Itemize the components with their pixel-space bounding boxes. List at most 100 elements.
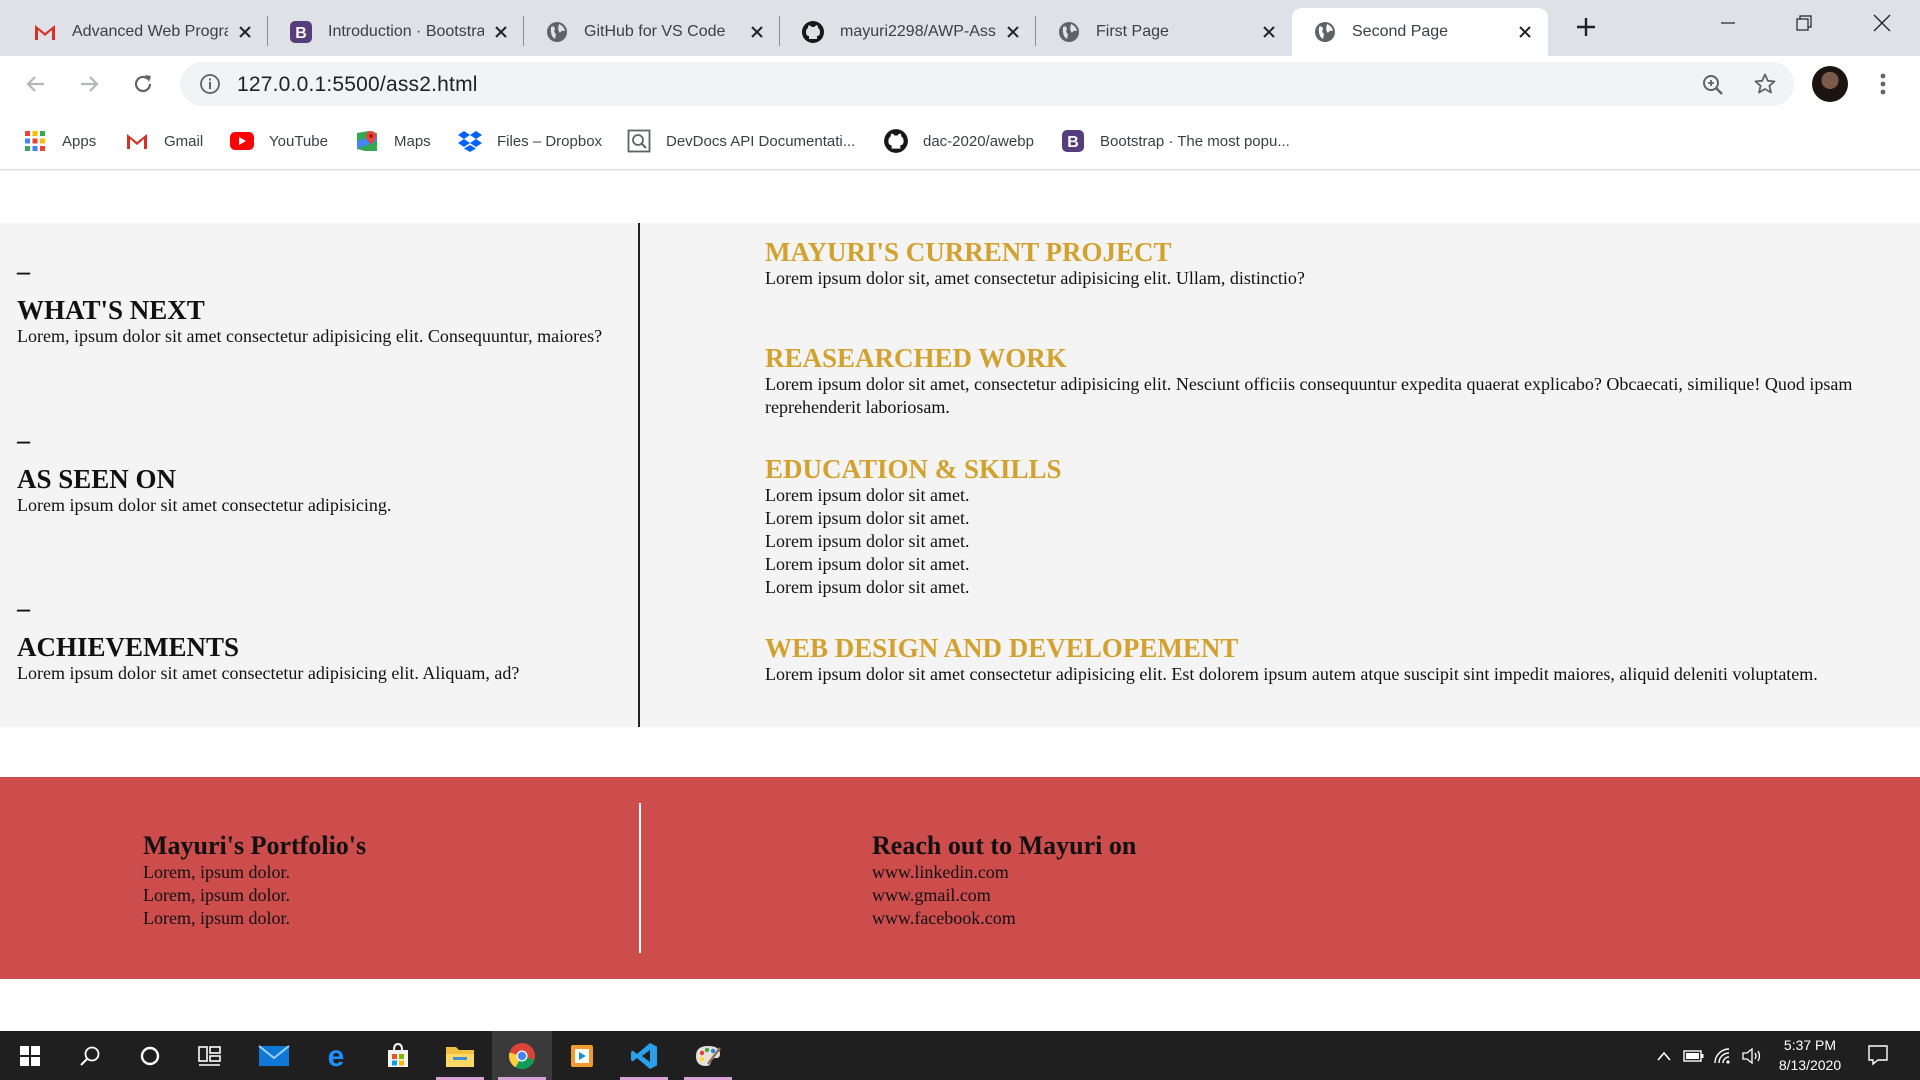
taskbar-media-player[interactable] xyxy=(552,1031,612,1080)
bookmark-apps[interactable]: Apps xyxy=(22,126,96,156)
cortana-icon xyxy=(140,1046,160,1065)
web-design-block: WEB DESIGN AND DEVELOPEMENT Lorem ipsum … xyxy=(765,633,1885,686)
system-clock[interactable]: 5:37 PM 8/13/2020 xyxy=(1750,1035,1870,1075)
forward-button[interactable] xyxy=(73,68,105,100)
section-heading: AS SEEN ON xyxy=(17,464,177,494)
tab-title: Introduction · Bootstra xyxy=(328,23,484,40)
media-player-icon xyxy=(571,1044,593,1067)
profile-avatar[interactable] xyxy=(1812,66,1848,102)
wifi-status[interactable] xyxy=(1712,1045,1736,1067)
gmail-icon xyxy=(124,128,150,154)
github-icon xyxy=(800,19,826,45)
close-icon[interactable] xyxy=(1258,21,1280,43)
notification-icon xyxy=(1868,1045,1888,1066)
youtube-icon xyxy=(229,128,255,154)
new-tab-button[interactable] xyxy=(1571,12,1601,42)
section-text: Lorem ipsum dolor sit amet consectetur a… xyxy=(17,663,520,683)
whats-next-section: – WHAT'S NEXT Lorem, ipsum dolor sit ame… xyxy=(17,259,607,347)
bookmark-youtube[interactable]: YouTube xyxy=(229,126,328,156)
footer-link-gmail[interactable]: www.gmail.com xyxy=(872,884,1136,907)
bookmark-dac-2020-awebp[interactable]: dac-2020/awebp xyxy=(883,126,1034,156)
bookmark-gmail[interactable]: Gmail xyxy=(124,126,203,156)
zoom-icon[interactable] xyxy=(1700,72,1726,98)
reload-button[interactable] xyxy=(127,68,159,100)
close-icon[interactable] xyxy=(746,21,768,43)
back-button[interactable] xyxy=(20,68,52,100)
section-dash: – xyxy=(17,594,30,623)
info-icon[interactable] xyxy=(198,72,222,96)
devdocs-icon xyxy=(626,128,652,154)
footer-line: Lorem, ipsum dolor. xyxy=(143,908,290,928)
url-text[interactable]: 127.0.0.1:5500/ass2.html xyxy=(237,73,478,97)
windows-taskbar: e 5:37 PM 8/13/2020 xyxy=(0,1031,1920,1080)
footer-line: Lorem, ipsum dolor. xyxy=(143,885,290,905)
bookmark-maps[interactable]: Maps xyxy=(354,126,431,156)
tab-title: First Page xyxy=(1096,23,1169,40)
address-bar[interactable]: 127.0.0.1:5500/ass2.html xyxy=(180,62,1794,106)
tab-strip: Advanced Web Progra B Introduction · Boo… xyxy=(0,0,1920,56)
search-icon xyxy=(80,1046,100,1066)
tab-first-page[interactable]: First Page xyxy=(1036,8,1292,56)
edge-icon: e xyxy=(328,1042,345,1070)
bookmark-bootstrap[interactable]: B Bootstrap · The most popu... xyxy=(1060,126,1290,156)
tab-awp-assignment-repo[interactable]: mayuri2298/AWP-Assig xyxy=(780,8,1036,56)
start-button[interactable] xyxy=(0,1031,60,1080)
restore-button[interactable] xyxy=(1766,0,1842,46)
section-heading: WHAT'S NEXT xyxy=(17,295,205,325)
restore-icon xyxy=(1796,15,1812,31)
block-text: Lorem ipsum dolor sit amet consectetur a… xyxy=(765,664,1818,684)
tab-advanced-web-programming[interactable]: Advanced Web Progra xyxy=(12,8,268,56)
bookmark-devdocs[interactable]: DevDocs API Documentati... xyxy=(626,126,855,156)
bookmark-label: Maps xyxy=(394,132,431,150)
taskbar-chrome[interactable] xyxy=(492,1031,552,1080)
minimize-button[interactable] xyxy=(1690,0,1766,46)
svg-text:B: B xyxy=(1067,134,1079,151)
svg-text:e: e xyxy=(328,1042,345,1070)
taskbar-search-button[interactable] xyxy=(60,1031,120,1080)
tab-github-for-vs-code[interactable]: GitHub for VS Code xyxy=(524,8,780,56)
bookmark-star-icon[interactable] xyxy=(1752,71,1778,97)
github-icon xyxy=(883,128,909,154)
clock-time: 5:37 PM xyxy=(1783,1037,1837,1053)
tab-title: GitHub for VS Code xyxy=(584,23,726,40)
block-line: Lorem ipsum dolor sit amet. xyxy=(765,485,970,505)
taskbar-vscode[interactable] xyxy=(614,1031,674,1080)
taskbar-edge[interactable]: e xyxy=(306,1031,366,1080)
maps-icon xyxy=(354,128,380,154)
bootstrap-icon: B xyxy=(288,19,314,45)
close-icon[interactable] xyxy=(234,21,256,43)
bookmark-dropbox[interactable]: Files – Dropbox xyxy=(457,126,602,156)
tab-second-page[interactable]: Second Page xyxy=(1292,8,1548,56)
footer-link-facebook[interactable]: www.facebook.com xyxy=(872,907,1136,930)
taskbar-file-explorer[interactable] xyxy=(430,1031,490,1080)
cortana-button[interactable] xyxy=(120,1031,180,1080)
show-hidden-icons-button[interactable] xyxy=(1652,1045,1676,1067)
paint-icon xyxy=(696,1045,721,1066)
taskbar-store[interactable] xyxy=(368,1031,428,1080)
close-icon[interactable] xyxy=(1514,21,1536,43)
taskbar-mail[interactable] xyxy=(244,1031,304,1080)
task-view-button[interactable] xyxy=(180,1031,240,1080)
close-icon[interactable] xyxy=(490,21,512,43)
store-icon xyxy=(388,1042,408,1067)
main-section: – WHAT'S NEXT Lorem, ipsum dolor sit ame… xyxy=(0,223,1920,727)
tab-introduction-bootstrap[interactable]: B Introduction · Bootstra xyxy=(268,8,524,56)
education-skills-block: EDUCATION & SKILLS Lorem ipsum dolor sit… xyxy=(765,454,1885,599)
battery-icon xyxy=(1683,1050,1704,1062)
action-center-button[interactable] xyxy=(1866,1044,1890,1066)
close-icon[interactable] xyxy=(1002,21,1024,43)
page-viewport: – WHAT'S NEXT Lorem, ipsum dolor sit ame… xyxy=(0,171,1920,1031)
bookmark-label: Gmail xyxy=(164,132,204,150)
footer-link-linkedin[interactable]: www.linkedin.com xyxy=(872,861,1136,884)
file-explorer-icon xyxy=(446,1046,474,1067)
task-view-icon xyxy=(198,1045,221,1066)
section-heading: ACHIEVEMENTS xyxy=(17,632,240,662)
chrome-menu-button[interactable] xyxy=(1870,68,1896,100)
footer: Mayuri's Portfolio's Lorem, ipsum dolor.… xyxy=(0,777,1920,979)
footer-divider xyxy=(639,803,641,953)
taskbar-paint[interactable] xyxy=(678,1031,738,1080)
block-heading: REASEARCHED WORK xyxy=(765,343,1067,373)
footer-heading: Mayuri's Portfolio's xyxy=(143,831,367,860)
close-window-button[interactable] xyxy=(1844,0,1920,46)
battery-status[interactable] xyxy=(1682,1045,1706,1067)
